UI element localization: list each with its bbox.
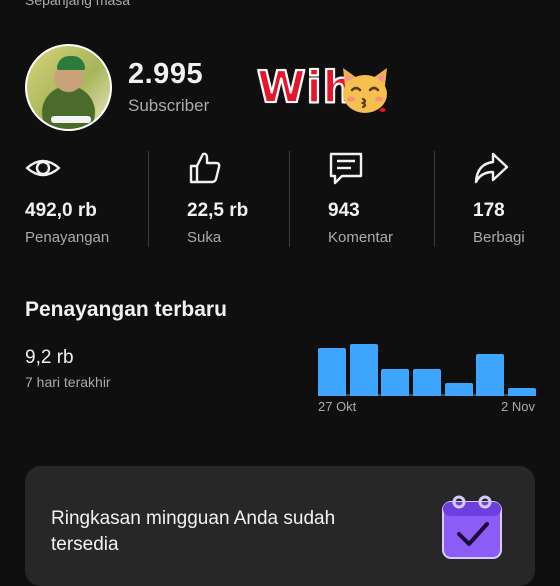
chart-bar-29-okt [381,369,410,396]
chart-bar-28-okt [349,344,378,396]
stat-comments-label: Komentar [328,229,394,246]
stats-divider [148,151,149,247]
stats-divider [289,151,290,247]
subscriber-count: 2.995 [128,57,204,90]
stat-shares-label: Berbagi [473,229,525,246]
stat-likes-value: 22,5 rb [187,200,249,221]
stat-views-value: 492,0 rb [25,200,97,221]
recent-views-period: 7 hari terakhir [25,374,111,390]
recent-views-value: 9,2 rb [25,347,74,368]
chart-bar-31-okt [444,382,473,396]
timeframe-caption: Sepanjang masa [25,0,131,8]
subscriber-label: Subscriber [128,95,210,115]
stat-shares-value: 178 [473,200,505,221]
recent-views-chart[interactable] [318,340,536,396]
avatar-cap [57,56,85,70]
stat-likes-label: Suka [187,229,222,246]
stats-divider [434,151,435,247]
stat-views-label: Penayangan [25,229,110,246]
weekly-summary-text: Ringkasan mingguan Anda sudah tersedia [51,508,336,555]
kissing-cat-emoji [343,68,387,113]
thumbs-up-icon [189,152,221,184]
chart-bar-2-nov [507,387,536,396]
stat-comments-value: 943 [328,200,360,221]
chart-bar-30-okt [412,369,442,396]
channel-avatar[interactable] [25,44,112,131]
chart-bar-27-okt [318,348,347,396]
eye-icon [25,159,61,177]
calendar-check-icon [442,495,502,559]
weekly-summary-card[interactable]: Ringkasan mingguan Anda sudah tersedia [25,466,535,586]
comment-icon [329,152,363,185]
subscriber-block: 2.995 Subscriber [128,57,210,116]
stats-row: 492,0 rb Penayangan 22,5 rb Suka 943 Kom… [0,148,560,248]
chart-bar-1-nov [476,354,505,396]
chart-x-tick-start: 27 Okt [318,399,357,414]
channel-header: 2.995 Subscriber [25,44,209,131]
chart-x-tick-end: 2 Nov [501,399,535,414]
avatar-tag [51,116,91,123]
recent-views-title: Penayangan terbaru [25,298,227,321]
share-icon [474,152,509,184]
